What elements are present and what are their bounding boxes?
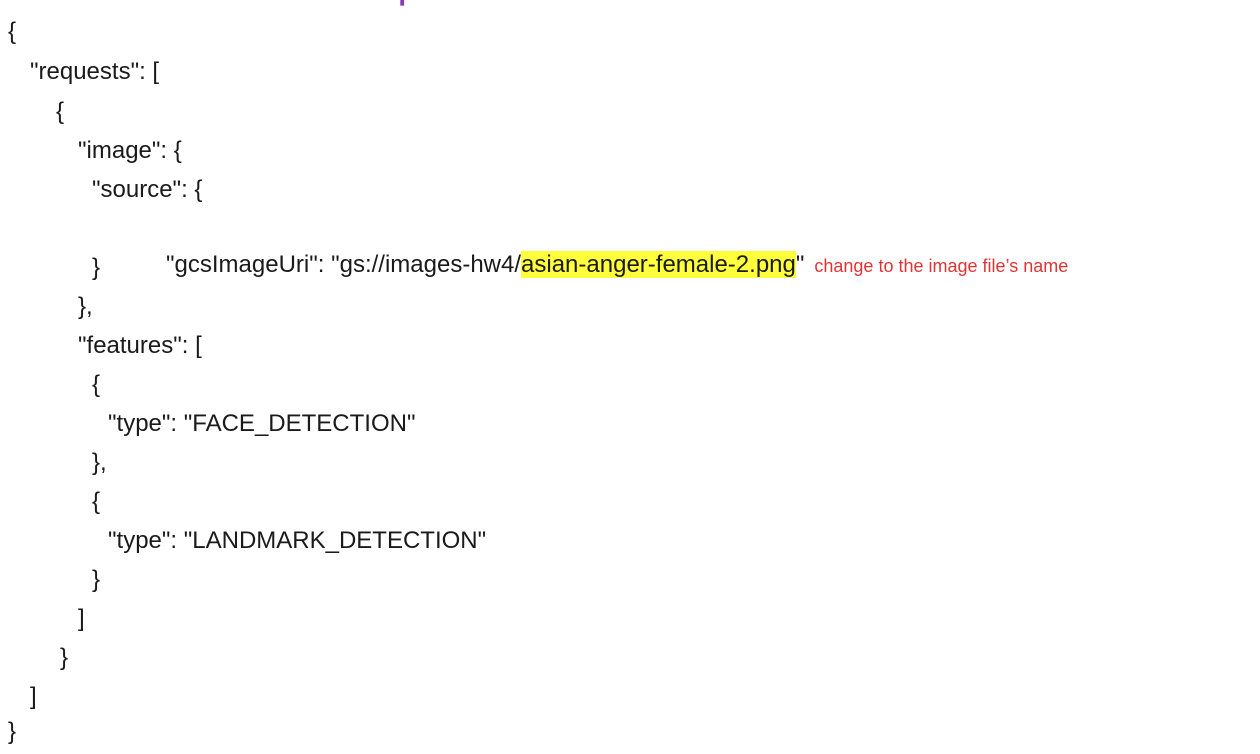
code-line: ] [78,605,85,632]
code-line: { [92,488,101,515]
code-line: "type": "LANDMARK_DETECTION" [108,527,487,554]
code-line: { [8,18,17,45]
red-annotation: change to the image file’s name [814,256,1069,276]
code-line: "requests": [ [30,58,160,85]
code-line: }, [78,293,93,320]
code-line: { [56,98,65,125]
code-line: "features": [ [78,332,202,359]
code-line: } [92,566,101,593]
code-line: } [92,254,101,281]
code-line: { [92,371,101,398]
uri-prefix: "gcsImageUri": "gs://images-hw4/ [166,251,522,278]
code-line: } [60,644,69,671]
code-line: "type": "FACE_DETECTION" [108,410,416,437]
gcs-image-uri-line: "gcsImageUri": "gs://images-hw4/asian-an… [126,211,1068,278]
code-line: } [8,718,17,745]
highlighted-filename: asian-anger-female-2.png [521,251,796,278]
code-line: "source": { [92,176,203,203]
code-line: }, [92,449,107,476]
text-cursor: | [398,0,406,10]
document-page: | { "requests": [ { "image": { "source":… [0,0,1260,754]
code-line: ] [30,683,37,710]
code-line: "image": { [78,137,182,164]
uri-suffix: " [795,251,805,278]
